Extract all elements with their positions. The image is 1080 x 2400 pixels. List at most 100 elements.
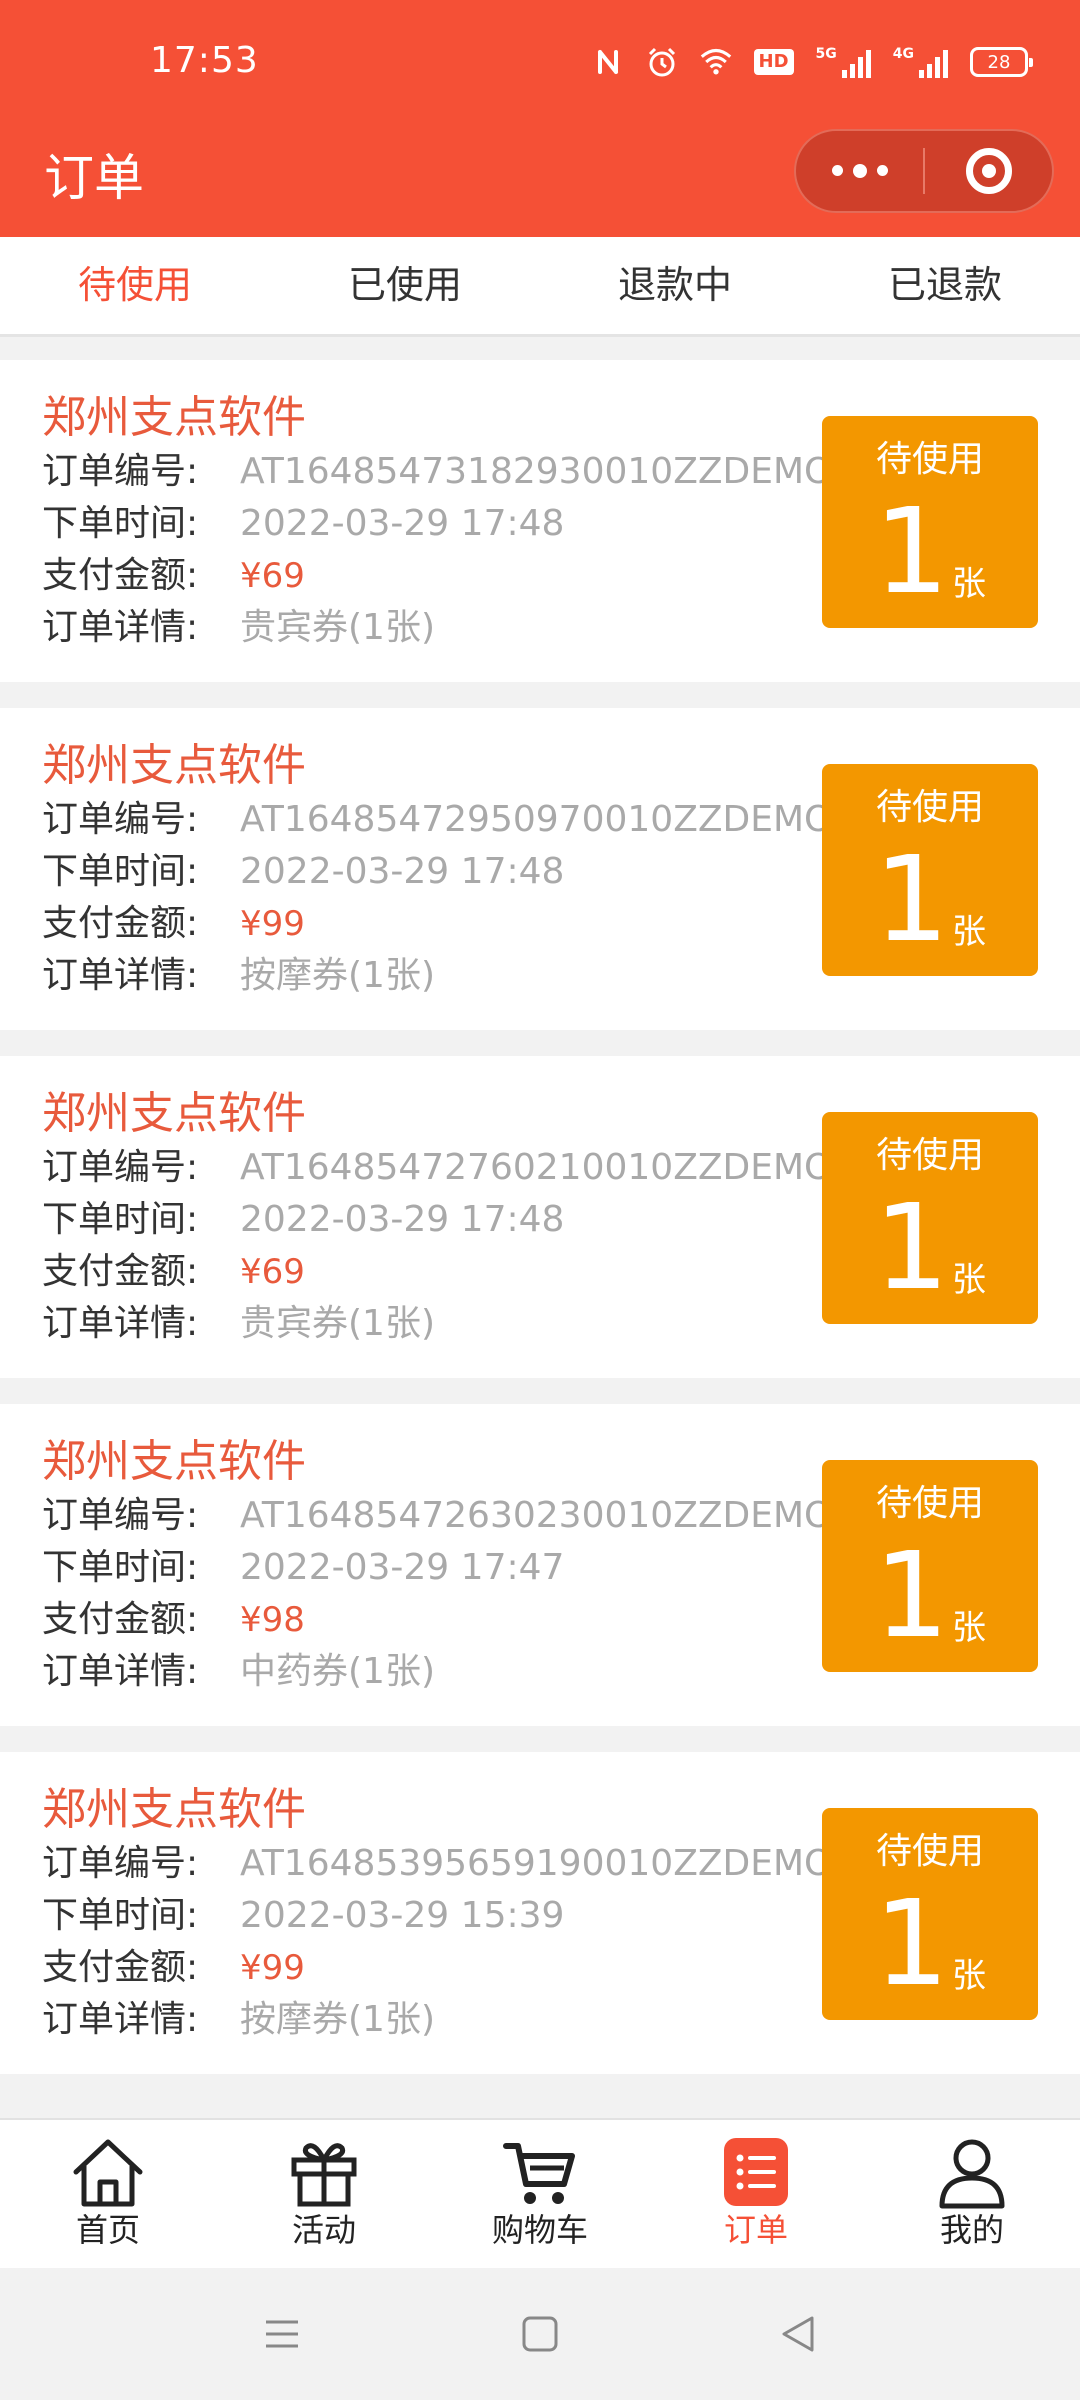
order-time-value: 2022-03-29 17:48	[240, 1199, 565, 1240]
order-time-row: 下单时间: 2022-03-29 17:48	[42, 498, 822, 550]
menu-icon[interactable]	[262, 2314, 302, 2354]
order-number-value: AT16485472630230010ZZDEMO	[240, 1495, 822, 1536]
order-amount-value: ¥69	[240, 556, 305, 596]
system-nav-bar	[0, 2268, 1080, 2400]
shop-name: 郑州支点软件	[42, 1436, 306, 1487]
nav-mine-label: 我的	[939, 2211, 1004, 2249]
ticket-unit: 张	[952, 1608, 986, 1648]
order-amount-value: ¥98	[240, 1600, 305, 1640]
order-detail-label: 订单详情:	[42, 1999, 199, 2040]
home-square-icon[interactable]	[520, 2314, 560, 2354]
order-card[interactable]: 郑州支点软件 订单编号: AT16485472760210010ZZDEMO 下单…	[0, 1056, 1080, 1378]
home-icon	[73, 2139, 143, 2207]
nav-activity-label: 活动	[291, 2211, 356, 2249]
order-detail-row: 订单详情: 贵宾券(1张)	[42, 602, 822, 654]
ticket-status-badge[interactable]: 待使用 1 张	[822, 1460, 1038, 1672]
page-title: 订单	[44, 149, 144, 207]
ticket-status-badge[interactable]: 待使用 1 张	[822, 416, 1038, 628]
ticket-status: 待使用	[875, 787, 984, 828]
order-amount-value: ¥99	[240, 904, 305, 944]
order-tabs: 待使用 已使用 退款中 已退款	[0, 237, 1080, 337]
order-time-value: 2022-03-29 17:48	[240, 503, 565, 544]
ticket-status-badge[interactable]: 待使用 1 张	[822, 764, 1038, 976]
ticket-unit: 张	[952, 1260, 986, 1300]
shop-name: 郑州支点软件	[42, 1088, 306, 1139]
order-amount-row: 支付金额: ¥69	[42, 550, 822, 602]
order-detail-label: 订单详情:	[42, 955, 199, 996]
order-card[interactable]: 郑州支点软件 订单编号: AT16485472630230010ZZDEMO 下单…	[0, 1404, 1080, 1726]
order-number-value: AT16485472950970010ZZDEMO	[240, 799, 822, 840]
order-card[interactable]: 郑州支点软件 订单编号: AT16485473182930010ZZDEMO 下单…	[0, 360, 1080, 682]
ticket-count: 1	[874, 482, 950, 620]
order-detail-row: 订单详情: 按摩券(1张)	[42, 1994, 822, 2046]
order-time-label: 下单时间:	[42, 1547, 199, 1588]
order-number-value: AT16485473182930010ZZDEMO	[240, 451, 822, 492]
tab-used[interactable]: 已使用	[270, 237, 540, 334]
order-time-value: 2022-03-29 17:48	[240, 851, 565, 892]
close-circle-icon[interactable]	[925, 148, 1052, 194]
order-list-icon	[724, 2138, 788, 2206]
wifi-icon	[700, 48, 731, 75]
tab-refunded[interactable]: 已退款	[810, 237, 1080, 334]
nav-home[interactable]: 首页	[0, 2120, 216, 2268]
ticket-status-badge[interactable]: 待使用 1 张	[822, 1112, 1038, 1324]
nav-mine[interactable]: 我的	[864, 2120, 1080, 2268]
ticket-count: 1	[874, 830, 950, 968]
nav-orders[interactable]: 订单	[648, 2120, 864, 2268]
user-icon	[939, 2139, 1005, 2209]
nav-activity[interactable]: 活动	[216, 2120, 432, 2268]
ticket-status: 待使用	[875, 439, 984, 480]
order-time-label: 下单时间:	[42, 1199, 199, 1240]
order-number-label: 订单编号:	[42, 799, 199, 840]
ticket-status-badge[interactable]: 待使用 1 张	[822, 1808, 1038, 2020]
order-detail-row: 订单详情: 贵宾券(1张)	[42, 1298, 822, 1350]
mini-program-capsule	[794, 129, 1054, 213]
order-time-value: 2022-03-29 15:39	[240, 1895, 565, 1936]
ticket-status: 待使用	[875, 1135, 984, 1176]
cart-icon	[503, 2143, 575, 2204]
status-time: 17:53	[150, 40, 259, 81]
order-detail-value: 贵宾券(1张)	[240, 607, 435, 648]
nav-cart-label: 购物车	[491, 2211, 588, 2249]
order-number-row: 订单编号: AT16485473182930010ZZDEMO	[42, 446, 822, 498]
ticket-status: 待使用	[875, 1483, 984, 1524]
nfc-icon	[597, 50, 618, 74]
order-detail-value: 按摩券(1张)	[240, 955, 435, 996]
order-time-row: 下单时间: 2022-03-29 17:48	[42, 846, 822, 898]
order-time-row: 下单时间: 2022-03-29 17:47	[42, 1542, 822, 1594]
order-number-label: 订单编号:	[42, 1495, 199, 1536]
order-amount-label: 支付金额:	[42, 555, 199, 596]
order-card[interactable]: 郑州支点软件 订单编号: AT16485395659190010ZZDEMO 下单…	[0, 1752, 1080, 2074]
ticket-unit: 张	[952, 1956, 986, 1996]
more-icon[interactable]	[796, 163, 923, 178]
status-icons: HD 5G 4G 28	[592, 46, 1033, 78]
back-icon[interactable]	[778, 2314, 818, 2354]
order-amount-row: 支付金额: ¥99	[42, 1942, 822, 1994]
order-amount-label: 支付金额:	[42, 1251, 199, 1292]
battery-icon: 28	[970, 47, 1033, 77]
order-number-value: AT16485472760210010ZZDEMO	[240, 1147, 822, 1188]
order-amount-label: 支付金额:	[42, 1599, 199, 1640]
tab-pending[interactable]: 待使用	[0, 237, 270, 334]
hd-badge: HD	[753, 49, 794, 75]
shop-name: 郑州支点软件	[42, 1784, 306, 1835]
nav-cart[interactable]: 购物车	[432, 2120, 648, 2268]
gift-icon	[291, 2143, 357, 2207]
order-time-value: 2022-03-29 17:47	[240, 1547, 565, 1588]
nav-home-label: 首页	[75, 2211, 140, 2249]
order-detail-value: 贵宾券(1张)	[240, 1303, 435, 1344]
order-detail-value: 中药券(1张)	[240, 1651, 435, 1692]
order-time-row: 下单时间: 2022-03-29 17:48	[42, 1194, 822, 1246]
tab-refunding[interactable]: 退款中	[540, 237, 810, 334]
order-number-value: AT16485395659190010ZZDEMO	[240, 1843, 822, 1884]
status-bar: 17:53 HD 5G 4G 28	[0, 0, 1080, 135]
order-detail-row: 订单详情: 中药券(1张)	[42, 1646, 822, 1698]
order-detail-value: 按摩券(1张)	[240, 1999, 435, 2040]
bottom-nav: 首页 活动 购物车 订单 我的	[0, 2118, 1080, 2268]
order-card[interactable]: 郑州支点软件 订单编号: AT16485472950970010ZZDEMO 下单…	[0, 708, 1080, 1030]
title-bar: 订单	[0, 129, 1080, 237]
order-number-row: 订单编号: AT16485472760210010ZZDEMO	[42, 1142, 822, 1194]
order-list: 郑州支点软件 订单编号: AT16485473182930010ZZDEMO 下单…	[0, 360, 1080, 2100]
order-number-label: 订单编号:	[42, 1843, 199, 1884]
signal-5g-icon: 5G	[816, 46, 871, 78]
